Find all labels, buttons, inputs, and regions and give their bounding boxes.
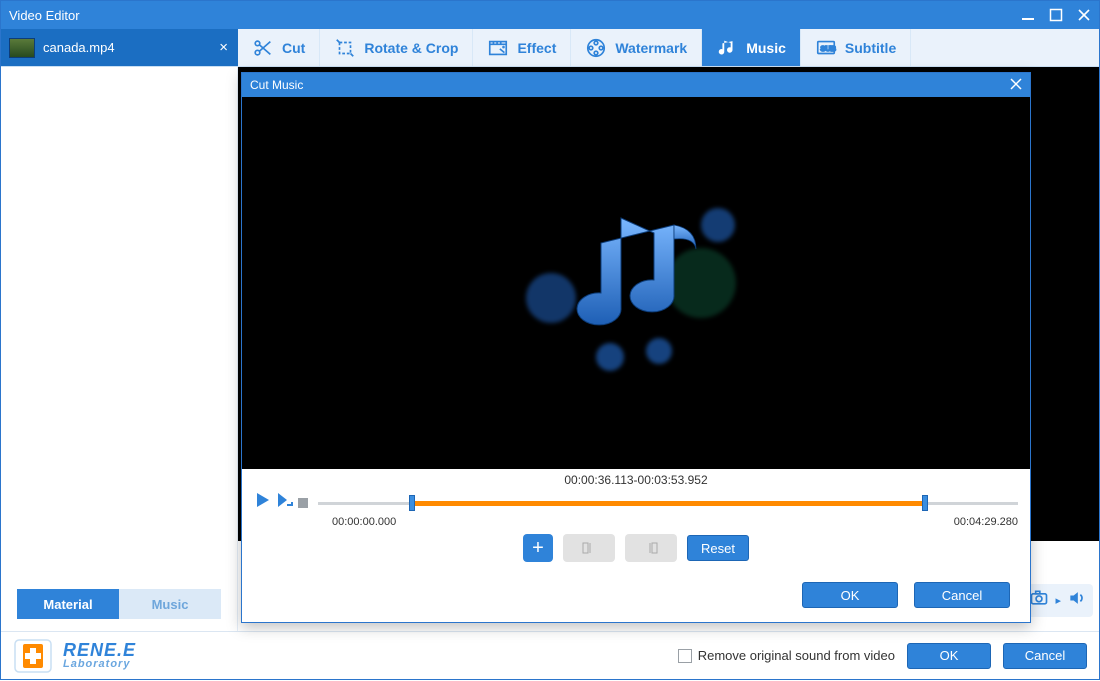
svg-text:SUB: SUB xyxy=(820,43,835,52)
footer-cancel-button[interactable]: Cancel xyxy=(1003,643,1087,669)
file-tab-close-icon[interactable]: × xyxy=(219,39,228,56)
sidebar-tab-music-label: Music xyxy=(152,597,189,612)
sidebar-tab-material-label: Material xyxy=(43,597,92,612)
time-labels: 00:00:00.000 00:04:29.280 xyxy=(254,516,1018,528)
sidebar-tabs: Material Music xyxy=(17,589,221,619)
dialog-cancel-button[interactable]: Cancel xyxy=(914,582,1010,608)
close-button[interactable] xyxy=(1077,8,1091,22)
dialog-preview xyxy=(242,97,1030,469)
tool-watermark-label: Watermark xyxy=(615,40,687,56)
brand-logo-icon xyxy=(13,636,53,676)
sidebar-tab-material[interactable]: Material xyxy=(17,589,119,619)
slider-handle-end[interactable] xyxy=(922,495,928,511)
footer: RENE.E Laboratory Remove original sound … xyxy=(1,631,1099,679)
tool-cut-label: Cut xyxy=(282,40,305,56)
brand-text: RENE.E Laboratory xyxy=(63,641,136,670)
play-segment-button[interactable] xyxy=(276,491,294,514)
dialog-range-area: 00:00:36.113-00:03:53.952 00:00:00.000 0… xyxy=(242,469,1030,570)
dialog-close-icon[interactable] xyxy=(1010,78,1022,93)
transport-row xyxy=(254,491,1018,514)
tool-effect[interactable]: Effect xyxy=(473,29,571,66)
dialog-ok-button[interactable]: OK xyxy=(802,582,898,608)
remove-sound-label: Remove original sound from video xyxy=(698,648,895,663)
tool-subtitle-label: Subtitle xyxy=(845,40,896,56)
reset-button[interactable]: Reset xyxy=(687,535,749,561)
footer-ok-button[interactable]: OK xyxy=(907,643,991,669)
add-segment-button[interactable]: + xyxy=(523,534,553,562)
file-thumbnail xyxy=(9,38,35,58)
maximize-button[interactable] xyxy=(1049,8,1063,22)
sidebar: Material Music xyxy=(1,67,238,631)
cut-music-dialog: Cut Music xyxy=(241,72,1031,623)
range-slider[interactable] xyxy=(318,493,1018,513)
tool-effect-label: Effect xyxy=(517,40,556,56)
crop-rotate-icon xyxy=(334,37,356,59)
dialog-actions: OK Cancel xyxy=(242,570,1030,622)
segment-split-right-button[interactable] xyxy=(625,534,677,562)
music-artwork-icon xyxy=(546,193,726,373)
file-name: canada.mp4 xyxy=(43,40,115,55)
film-icon xyxy=(487,37,509,59)
dialog-titlebar: Cut Music xyxy=(242,73,1030,97)
tool-rotate-crop[interactable]: Rotate & Crop xyxy=(320,29,473,66)
slider-selection xyxy=(412,501,925,506)
remove-sound-checkbox[interactable]: Remove original sound from video xyxy=(678,648,895,663)
scissors-icon xyxy=(252,37,274,59)
brand: RENE.E Laboratory xyxy=(13,636,136,676)
segment-buttons: + Reset xyxy=(254,534,1018,562)
tool-tabs: Cut Rotate & Crop Effect Watermark Music xyxy=(238,29,1099,66)
time-start-label: 00:00:00.000 xyxy=(332,516,396,528)
file-tab[interactable]: canada.mp4 × xyxy=(1,29,238,66)
tool-cut[interactable]: Cut xyxy=(238,29,320,66)
window-controls xyxy=(1021,8,1091,22)
time-end-label: 00:04:29.280 xyxy=(954,516,1018,528)
titlebar: Video Editor xyxy=(1,1,1099,29)
segment-split-left-button[interactable] xyxy=(563,534,615,562)
checkbox-box-icon[interactable] xyxy=(678,649,692,663)
brand-line1: RENE.E xyxy=(63,641,136,659)
tool-rotate-label: Rotate & Crop xyxy=(364,40,458,56)
tool-watermark[interactable]: Watermark xyxy=(571,29,702,66)
minimize-button[interactable] xyxy=(1021,8,1035,22)
tool-music-label: Music xyxy=(746,40,786,56)
snapshot-icon[interactable] xyxy=(1029,588,1049,613)
tool-subtitle[interactable]: SUB Subtitle xyxy=(801,29,911,66)
toolbar: canada.mp4 × Cut Rotate & Crop Effect W xyxy=(1,29,1099,67)
transport-buttons xyxy=(254,491,308,514)
stop-button[interactable] xyxy=(298,498,308,508)
preview-mini-controls: ▸ xyxy=(1023,584,1093,617)
sidebar-tab-music[interactable]: Music xyxy=(119,589,221,619)
volume-icon[interactable] xyxy=(1067,588,1087,613)
dialog-title: Cut Music xyxy=(250,78,303,92)
tool-music[interactable]: Music xyxy=(702,29,801,66)
brand-line2: Laboratory xyxy=(63,659,136,670)
selection-range-label: 00:00:36.113-00:03:53.952 xyxy=(254,473,1018,487)
app-title: Video Editor xyxy=(9,8,80,23)
reel-icon xyxy=(585,37,607,59)
subtitle-icon: SUB xyxy=(815,37,837,59)
play-button[interactable] xyxy=(254,491,272,514)
footer-right: Remove original sound from video OK Canc… xyxy=(678,643,1087,669)
chevron-right-icon[interactable]: ▸ xyxy=(1055,594,1061,607)
music-note-icon xyxy=(716,37,738,59)
slider-handle-start[interactable] xyxy=(409,495,415,511)
